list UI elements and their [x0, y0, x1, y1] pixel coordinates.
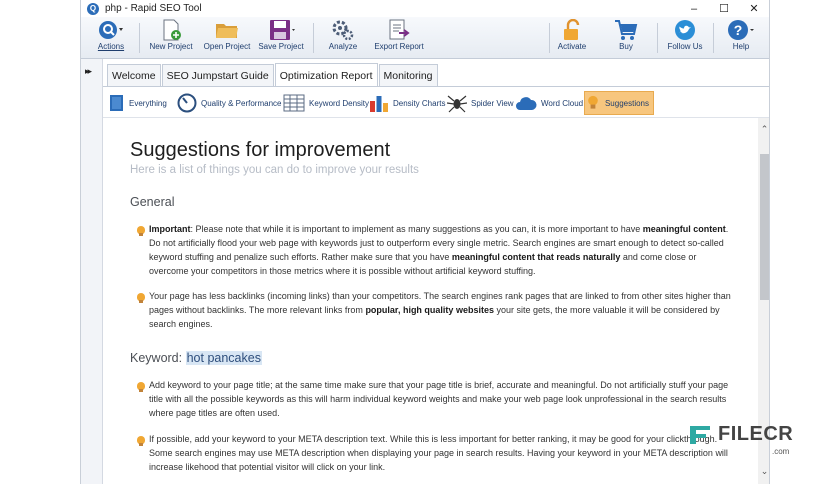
scroll-down-icon[interactable]: ⌄ [758, 464, 769, 478]
strong-text: meaningful content [642, 224, 726, 234]
buy-label: Buy [619, 42, 633, 51]
tab-optimization-report[interactable]: Optimization Report [274, 63, 378, 87]
lightbulb-bullet-icon [137, 382, 145, 392]
lightbulb-bullet-icon [137, 293, 145, 303]
tab-seo-jumpstart-guide[interactable]: SEO Jumpstart Guide [161, 64, 274, 86]
strong-text: popular, high quality websites [365, 305, 494, 315]
subtab-suggestions[interactable]: Suggestions [584, 91, 654, 115]
new-document-icon [163, 19, 181, 41]
open-project-label: Open Project [203, 42, 251, 51]
bar-chart-icon [370, 96, 388, 112]
follow-us-button[interactable]: Follow Us [665, 19, 705, 57]
activate-label: Activate [557, 42, 587, 51]
subtab-density-charts[interactable]: Density Charts [369, 91, 445, 115]
svg-text:?: ? [734, 22, 743, 38]
keyword-label: Keyword: [130, 351, 186, 365]
subtab-density-charts-label: Density Charts [393, 98, 446, 108]
page-subtitle: Here is a list of things you can do to i… [130, 164, 419, 176]
save-project-label: Save Project [258, 42, 304, 51]
suggestion-meta-description: If possible, add your keyword to your ME… [149, 434, 728, 472]
collapsed-sidebar: ▸▸ [81, 59, 103, 484]
book-icon [110, 95, 123, 111]
watermark-logo-icon [690, 426, 710, 444]
scroll-thumb[interactable] [760, 154, 769, 300]
table-grid-icon [283, 94, 305, 112]
subtab-keyword-density[interactable]: Keyword Density [283, 91, 369, 115]
floppy-disk-icon [270, 20, 295, 40]
subtab-keyword-density-label: Keyword Density [309, 98, 370, 108]
new-project-button[interactable]: New Project [145, 19, 197, 57]
strong-text: meaningful content that reads naturally [451, 252, 621, 262]
close-button[interactable]: ✕ [739, 0, 769, 17]
actions-button[interactable]: Actions [91, 19, 131, 57]
tab-welcome[interactable]: Welcome [107, 64, 161, 86]
keyword-heading: Keyword: hot pancakes [130, 351, 262, 365]
export-icon [389, 19, 410, 40]
folder-icon [216, 24, 238, 38]
tab-monitoring[interactable]: Monitoring [378, 64, 438, 86]
watermark: FILECR .com [688, 421, 798, 461]
minimize-button[interactable]: – [679, 0, 709, 17]
buy-button[interactable]: Buy [609, 19, 643, 57]
export-report-button[interactable]: Export Report [371, 19, 427, 57]
suggestion-important: Important: Please note that while it is … [149, 222, 733, 278]
subtab-suggestions-label: Suggestions [604, 98, 649, 108]
report-subtabs: Everything Quality & Performance Keyword… [103, 86, 769, 118]
subtab-spider-view[interactable]: Spider View [447, 91, 514, 115]
subtab-spider-view-label: Spider View [471, 98, 514, 108]
toolbar: Actions New Project Open Project Save Pr… [81, 17, 769, 59]
activate-button[interactable]: Activate [553, 19, 591, 57]
window-title: php - Rapid SEO Tool [105, 3, 202, 14]
subtab-everything-label: Everything [129, 98, 167, 108]
help-label: Help [732, 42, 750, 51]
analyze-label: Analyze [328, 42, 358, 51]
help-button[interactable]: ? Help [723, 19, 759, 57]
keyword-value: hot pancakes [185, 351, 262, 365]
scroll-up-icon[interactable]: ⌃ [758, 122, 769, 136]
actions-icon [99, 21, 123, 39]
export-report-label: Export Report [374, 42, 424, 51]
strong-text: Important [149, 224, 191, 234]
spider-icon [447, 95, 467, 113]
subtab-word-cloud-label: Word Cloud [541, 98, 584, 108]
padlock-icon [564, 19, 580, 40]
follow-us-label: Follow Us [667, 42, 703, 51]
expand-sidebar-icon[interactable]: ▸▸ [85, 66, 92, 77]
magnifier-icon: Q [87, 2, 99, 15]
page-title: Suggestions for improvement [130, 139, 391, 161]
subtab-quality-performance-label: Quality & Performance [201, 98, 282, 108]
watermark-brand: FILECR [718, 423, 794, 445]
lightbulb-bullet-icon [137, 226, 145, 236]
actions-label: Actions [97, 42, 125, 51]
main-tabs: Welcome SEO Jumpstart Guide Optimization… [107, 62, 439, 87]
subtab-quality-performance[interactable]: Quality & Performance [177, 91, 281, 115]
watermark-domain: .com [772, 447, 790, 456]
speedometer-icon [177, 93, 197, 113]
cloud-icon [516, 97, 537, 110]
help-question-icon: ? [728, 20, 754, 40]
gears-icon [332, 20, 354, 41]
general-heading: General [130, 195, 175, 209]
lightbulb-icon [588, 95, 598, 109]
lightbulb-bullet-icon [137, 436, 145, 446]
text: : Please note that while it is important… [190, 224, 643, 234]
new-project-label: New Project [149, 42, 193, 51]
analyze-button[interactable]: Analyze [321, 19, 365, 57]
twitter-bird-icon [675, 20, 695, 40]
maximize-button[interactable]: ☐ [709, 0, 739, 17]
save-project-button[interactable]: Save Project [256, 19, 306, 57]
open-project-button[interactable]: Open Project [201, 19, 253, 57]
suggestion-page-title: Add keyword to your page title; at the s… [149, 380, 729, 418]
app-window: Q php - Rapid SEO Tool – ☐ ✕ Actions New… [80, 0, 770, 484]
subtab-everything[interactable]: Everything [109, 91, 167, 115]
suggestion-backlinks: Your page has less backlinks (incoming l… [149, 289, 733, 331]
subtab-word-cloud[interactable]: Word Cloud [515, 91, 583, 115]
shopping-cart-icon [615, 20, 638, 40]
title-bar: Q php - Rapid SEO Tool – ☐ ✕ [81, 0, 769, 17]
report-content: Suggestions for improvement Here is a li… [103, 118, 758, 484]
